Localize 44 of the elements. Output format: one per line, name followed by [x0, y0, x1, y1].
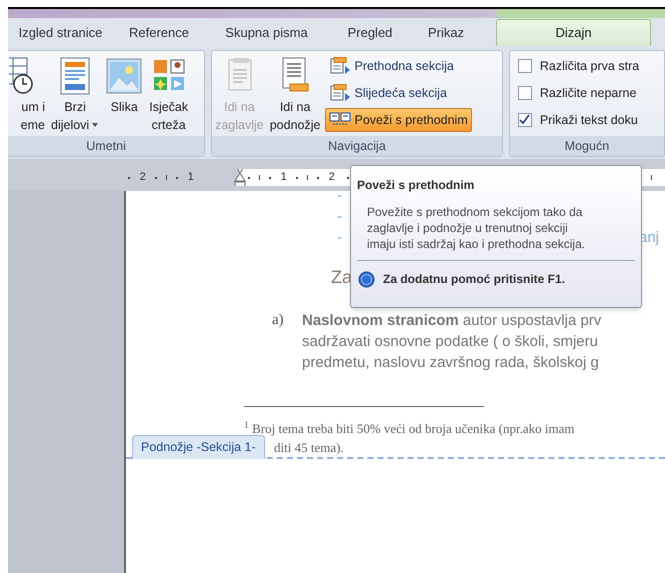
tooltip-title: Poveži s prethodnim — [357, 177, 474, 194]
ribbon-button[interactable]: Slijedeća sekcija — [325, 81, 472, 105]
checkbox[interactable] — [518, 59, 532, 74]
caret-icon[interactable] — [91, 122, 100, 128]
bullet-marker: - — [337, 191, 342, 206]
bullet-marker: - — [337, 228, 342, 248]
group-label: Umetni — [86, 138, 126, 155]
group-label: Mogućn — [564, 138, 610, 155]
ribbon-button[interactable]: Prethodna sekcija — [325, 54, 472, 78]
checkbox-label: Različite neparne — [540, 84, 636, 102]
ruler-number: 2 — [138, 170, 147, 186]
help-text: Za dodatnu pomoć pritisnite F1. — [383, 271, 566, 288]
help-icon — [358, 270, 375, 288]
ribbon-tab[interactable]: Dizajn — [496, 19, 651, 46]
footnote-text: $^{1}$ Broj tema treba biti 50% veći od broja učenika (npr.ako imam — [244, 419, 574, 438]
ribbon-button[interactable]: Poveži s prethodnim — [325, 108, 472, 132]
ribbon-button[interactable]: Idi na podnožje — [266, 54, 324, 134]
ruler-number: 1 — [186, 170, 195, 186]
paragraph-line: Naslovnom stranicom autor uspostavlja prv — [302, 311, 602, 331]
paragraph-line: sadržavati osnovne podatke ( o školi, smjeru — [302, 332, 599, 352]
checkbox[interactable] — [518, 86, 532, 100]
checkbox-label: Različita prva stra — [540, 58, 640, 75]
ribbon-tab[interactable]: Izgled stranice — [8, 20, 113, 46]
ribbon-tab[interactable]: Prikaz — [412, 20, 480, 46]
ribbon-button[interactable]: Brzi dijelovi — [48, 54, 102, 134]
section-icon — [329, 84, 352, 102]
footer-label: Podnožje -Sekcija 1- — [132, 435, 265, 459]
ribbon-tab[interactable]: Skupna pisma — [205, 20, 328, 46]
ribbon-button[interactable]: um i eme — [8, 54, 48, 134]
ribbon-button[interactable]: Slika — [102, 54, 146, 116]
ribbon-tab[interactable]: Reference — [113, 20, 205, 46]
checkbox[interactable] — [518, 112, 532, 127]
ribbon-button[interactable]: Isječak crteža — [146, 54, 192, 134]
paragraph-line: predmetu, naslovu završnog rada, školskoj g — [302, 353, 600, 373]
ruler-number: 1 — [280, 170, 288, 186]
ruler-number: 2 — [328, 170, 336, 186]
ribbon-tab[interactable]: Pregled — [328, 20, 412, 46]
footnote-text: diti 45 tema). — [274, 439, 344, 457]
group-label: Navigacija — [328, 138, 386, 155]
tooltip-text: Povežite s prethodnom sekcijom tako da zaglavlje i podnožje u trenutnoj sekciji imaju isti sadržaj kao i prethodna sekcija. — [367, 204, 586, 252]
checkbox-label: Prikaži tekst doku — [540, 112, 638, 128]
section-icon — [329, 57, 352, 75]
list-marker: a) — [272, 311, 285, 330]
bullet-marker: - — [337, 207, 342, 228]
